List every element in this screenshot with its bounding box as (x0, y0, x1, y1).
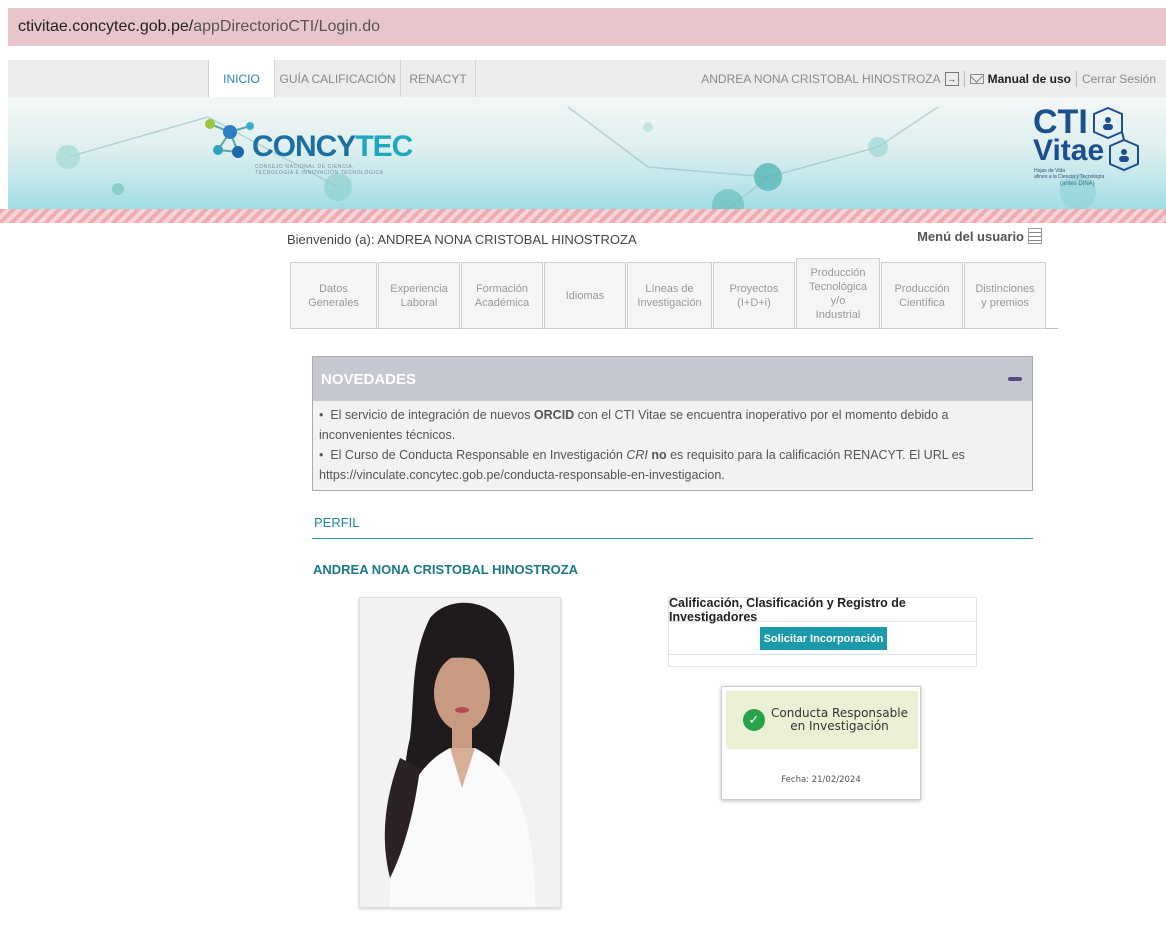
conducta-badge: ✓ Conducta Responsable en Investigación (726, 691, 918, 749)
top-navigation: INICIO GUÍA CALIFICACIÓN RENACYT ANDREA … (8, 60, 1166, 97)
tab-label-line: Idiomas (565, 289, 605, 302)
user-menu-label: Menú del usuario (917, 228, 1024, 244)
mail-icon[interactable] (969, 73, 984, 84)
manual-link[interactable]: Manual de uso (988, 72, 1071, 86)
checkmark-icon: ✓ (743, 709, 765, 731)
tab-label-line: Formación (476, 282, 528, 295)
novedades-title: NOVEDADES (321, 370, 417, 388)
tab-lineas-investigacion[interactable]: Líneas de Investigación (627, 262, 712, 329)
divider (669, 654, 976, 655)
tab-label-line: Experiencia (390, 282, 448, 295)
concytec-logo-tec: TEC (355, 130, 413, 163)
tab-label-line: Laboral (400, 296, 438, 309)
tab-label-line: Proyectos (729, 282, 779, 295)
novedad-bold: ORCID (533, 408, 575, 422)
address-bar[interactable]: ctivitae.concytec.gob.pe/appDirectorioCT… (8, 8, 1166, 46)
calificacion-panel: Calificación, Clasificación y Registro d… (668, 596, 977, 667)
novedades-panel: NOVEDADES • El servicio de integración d… (312, 356, 1033, 491)
tab-label-line: Distinciones (975, 282, 1035, 295)
tab-label-line: Investigación (637, 296, 702, 309)
solicitar-incorporacion-button[interactable]: Solicitar Incorporación (760, 627, 887, 650)
cti-dina-label: (antes DINA) (1060, 181, 1095, 187)
novedad-item: • El servicio de integración de nuevos O… (319, 408, 949, 442)
welcome-text: Bienvenido (a): ANDREA NONA CRISTOBAL HI… (287, 232, 637, 247)
novedad-italic: CRI (626, 448, 648, 462)
header-banner (8, 97, 1166, 209)
novedad-bold: no (647, 448, 667, 462)
tab-label-line: Industrial (815, 308, 861, 321)
profile-name: ANDREA NONA CRISTOBAL HINOSTROZA (313, 562, 579, 577)
tab-renacyt[interactable]: RENACYT (400, 60, 476, 97)
tab-inicio[interactable]: INICIO (208, 60, 274, 97)
concytec-logo-main: CONCY (252, 130, 356, 163)
tab-experiencia-laboral[interactable]: Experiencia Laboral (378, 262, 460, 329)
tab-label-line: Datos (319, 282, 348, 295)
profile-arrow-icon[interactable]: → (944, 71, 959, 86)
profile-sections-bar: Datos Generales Experiencia Laboral Formac… (290, 258, 1058, 329)
tab-distinciones-premios[interactable]: Distinciones y premios (964, 262, 1046, 329)
perfil-heading: PERFIL (314, 515, 360, 530)
concytec-subtitle: CONSEJO NACIONAL DE CIENCIA, TECNOLOGÍA … (255, 164, 384, 176)
concytec-logo: CONCYTEC (252, 130, 413, 164)
tab-label-line: Científica (899, 296, 945, 309)
url-path: appDirectorioCTI/Login.do (193, 18, 380, 35)
tab-produccion-tecnologica[interactable]: Producción Tecnológica y/o Industrial (796, 258, 880, 329)
tab-label-line: Generales (308, 296, 359, 309)
logged-user-name: ANDREA NONA CRISTOBAL HINOSTROZA (701, 71, 941, 86)
collapse-icon[interactable] (1008, 377, 1022, 381)
tab-label-line: Producción (894, 282, 950, 295)
molecule-background (56, 106, 1096, 209)
tab-label-line: y premios (981, 296, 1029, 309)
cti-tagline-line2: afines a la Ciencia y Tecnología (1034, 174, 1105, 180)
novedad-text: El Curso de Conducta Responsable en Inve… (330, 448, 627, 462)
novedades-header: NOVEDADES (313, 357, 1032, 401)
tab-label-line: Académica (474, 296, 530, 309)
tab-label-line: Tecnológica (808, 280, 868, 293)
divider (312, 538, 1033, 539)
novedades-body: • El servicio de integración de nuevos O… (313, 401, 1032, 485)
user-area: ANDREA NONA CRISTOBAL HINOSTROZA → Manua… (701, 60, 1156, 97)
people-network-icon (1093, 106, 1139, 172)
conducta-line: en Investigación (790, 719, 889, 733)
tab-label-line: y/o (830, 294, 846, 307)
url-host: ctivitae.concytec.gob.pe/ (18, 18, 194, 35)
conducta-responsable-card: ✓ Conducta Responsable en Investigación … (721, 686, 921, 800)
decorative-stripe (0, 209, 1166, 223)
tab-idiomas[interactable]: Idiomas (544, 262, 626, 329)
tab-proyectos[interactable]: Proyectos (I+D+i) (713, 262, 795, 329)
conducta-text: Conducta Responsable en Investigación (771, 707, 908, 733)
tab-label-line: Producción (810, 266, 866, 279)
calificacion-title: Calificación, Clasificación y Registro d… (669, 596, 976, 624)
concytec-emblem-icon (205, 119, 254, 158)
menu-list-icon (1028, 228, 1042, 244)
profile-photo (359, 597, 561, 908)
divider (963, 70, 965, 87)
user-menu-button[interactable]: Menú del usuario (917, 228, 1042, 244)
tab-guia-calificacion[interactable]: GUÍA CALIFICACIÓN (274, 60, 400, 97)
tab-formacion-academica[interactable]: Formación Académica (461, 262, 543, 329)
conducta-date: Fecha: 21/02/2024 (781, 775, 861, 785)
tab-produccion-cientifica[interactable]: Producción Científica (881, 262, 963, 329)
cti-tagline: Hojas de Vida afines a la Ciencia y Tecn… (1034, 168, 1114, 180)
novedad-item: • El Curso de Conducta Responsable en In… (319, 448, 965, 482)
portrait-image (360, 598, 560, 907)
tab-label-line: Líneas de (645, 282, 694, 295)
tab-label-line: (I+D+i) (737, 296, 771, 309)
tab-datos-generales[interactable]: Datos Generales (290, 262, 377, 329)
concytec-subtitle-line2: TECNOLOGÍA E INNOVACIÓN TECNOLÓGICA (255, 170, 384, 176)
divider (1075, 70, 1077, 87)
novedad-text: El servicio de integración de nuevos (330, 408, 534, 422)
logout-link[interactable]: Cerrar Sesión (1082, 72, 1156, 86)
